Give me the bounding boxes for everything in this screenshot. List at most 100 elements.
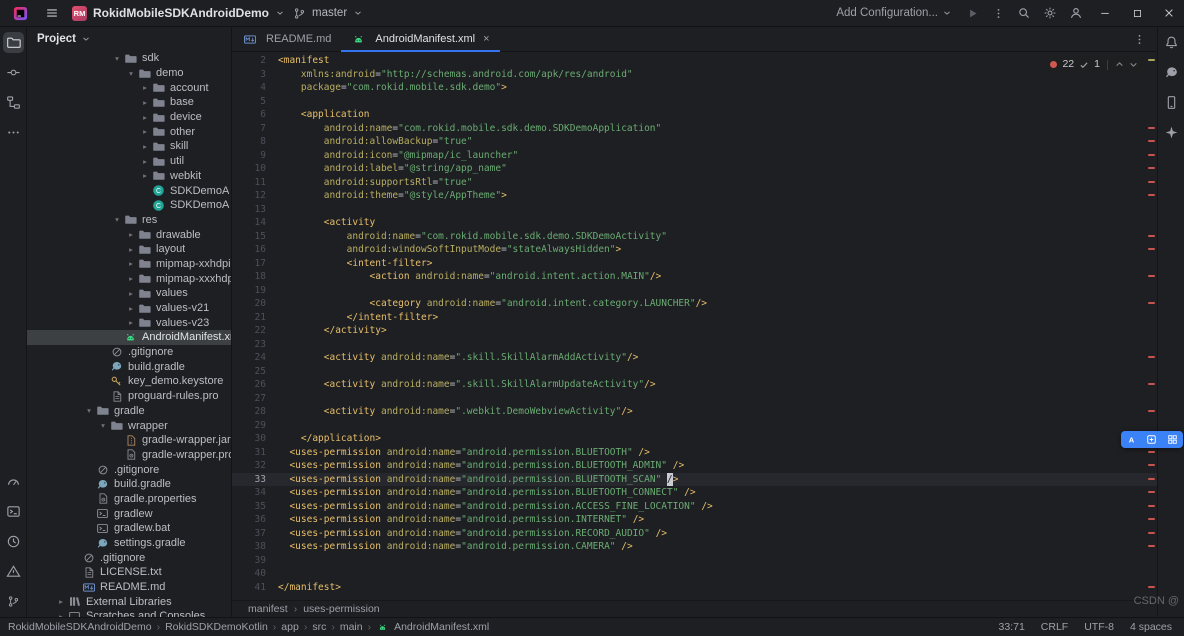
chevron-collapsed-icon[interactable]: ▸ bbox=[139, 142, 151, 151]
code-line-10[interactable]: 10 android:label="@string/app_name" bbox=[232, 162, 1157, 176]
encoding-widget[interactable]: UTF-8 bbox=[1084, 621, 1114, 633]
chevron-collapsed-icon[interactable]: ▸ bbox=[125, 318, 137, 327]
tree-item-mipmap-xxhdpi[interactable]: ▸mipmap-xxhdpi bbox=[27, 257, 231, 272]
chevron-expanded-icon[interactable]: ▾ bbox=[83, 406, 95, 415]
tab-options-icon[interactable] bbox=[1127, 27, 1151, 51]
code-line-34[interactable]: 34 <uses-permission android:name="androi… bbox=[232, 486, 1157, 500]
tree-item-demo[interactable]: ▾demo bbox=[27, 66, 231, 81]
close-button[interactable] bbox=[1154, 0, 1184, 26]
chevron-collapsed-icon[interactable]: ▸ bbox=[139, 157, 151, 166]
tree-item-scratches-and-consoles[interactable]: ▸Scratches and Consoles bbox=[27, 609, 231, 617]
code-line-24[interactable]: 24 <activity android:name=".skill.SkillA… bbox=[232, 351, 1157, 365]
code-line-12[interactable]: 12 android:theme="@style/AppTheme"> bbox=[232, 189, 1157, 203]
code-line-28[interactable]: 28 <activity android:name=".webkit.DemoW… bbox=[232, 405, 1157, 419]
tree-item--gitignore[interactable]: .gitignore bbox=[27, 550, 231, 565]
tree-item-wrapper[interactable]: ▾wrapper bbox=[27, 418, 231, 433]
tree-item-proguard-rules-pro[interactable]: proguard-rules.pro bbox=[27, 389, 231, 404]
git-tool-icon[interactable] bbox=[3, 591, 24, 612]
tree-item-gradle-wrapper-jar[interactable]: gradle-wrapper.jar bbox=[27, 433, 231, 448]
tree-item-account[interactable]: ▸account bbox=[27, 80, 231, 95]
error-stripe-mark[interactable] bbox=[1148, 586, 1155, 588]
chevron-collapsed-icon[interactable]: ▸ bbox=[125, 274, 137, 283]
tree-item-gradle-properties[interactable]: gradle.properties bbox=[27, 492, 231, 507]
tree-item-drawable[interactable]: ▸drawable bbox=[27, 227, 231, 242]
error-stripe-mark[interactable] bbox=[1148, 451, 1155, 453]
chevron-collapsed-icon[interactable]: ▸ bbox=[125, 245, 137, 254]
error-stripe-mark[interactable] bbox=[1148, 410, 1155, 412]
code-line-7[interactable]: 7 android:name="com.rokid.mobile.sdk.dem… bbox=[232, 122, 1157, 136]
terminal-tool-icon[interactable] bbox=[3, 501, 24, 522]
code-line-31[interactable]: 31 <uses-permission android:name="androi… bbox=[232, 446, 1157, 460]
chevron-collapsed-icon[interactable]: ▸ bbox=[139, 83, 151, 92]
tree-item-gradlew-bat[interactable]: gradlew.bat bbox=[27, 521, 231, 536]
search-everywhere-icon[interactable] bbox=[1012, 1, 1036, 25]
path-item[interactable]: app bbox=[281, 621, 299, 633]
chevron-expanded-icon[interactable]: ▾ bbox=[111, 215, 123, 224]
code-line-22[interactable]: 22 </activity> bbox=[232, 324, 1157, 338]
error-stripe-mark[interactable] bbox=[1148, 167, 1155, 169]
grid-icon[interactable] bbox=[1167, 434, 1178, 445]
error-stripe[interactable] bbox=[1145, 52, 1157, 600]
chevron-collapsed-icon[interactable]: ▸ bbox=[125, 230, 137, 239]
dict-icon[interactable] bbox=[1146, 434, 1157, 445]
code-line-30[interactable]: 30 </application> bbox=[232, 432, 1157, 446]
code-line-39[interactable]: 39 bbox=[232, 554, 1157, 568]
code-line-20[interactable]: 20 <category android:name="android.inten… bbox=[232, 297, 1157, 311]
profiler-tool-icon[interactable] bbox=[3, 471, 24, 492]
gradle-tool-icon[interactable] bbox=[1161, 62, 1182, 83]
tree-item--gitignore[interactable]: .gitignore bbox=[27, 462, 231, 477]
error-stripe-mark[interactable] bbox=[1148, 491, 1155, 493]
tab-androidmanifest[interactable]: AndroidManifest.xml × bbox=[341, 27, 499, 51]
project-panel-header[interactable]: Project bbox=[27, 27, 231, 51]
indent-widget[interactable]: 4 spaces bbox=[1130, 621, 1172, 633]
tree-item-sdkdemoa[interactable]: CSDKDemoA bbox=[27, 183, 231, 198]
tree-item-sdkdemoa[interactable]: CSDKDemoA bbox=[27, 198, 231, 213]
path-item[interactable]: src bbox=[312, 621, 326, 633]
code-line-33[interactable]: 33 <uses-permission android:name="androi… bbox=[232, 473, 1157, 487]
tree-item-util[interactable]: ▸util bbox=[27, 154, 231, 169]
error-stripe-mark[interactable] bbox=[1148, 154, 1155, 156]
code-line-2[interactable]: 2<manifest bbox=[232, 54, 1157, 68]
code-line-29[interactable]: 29 bbox=[232, 419, 1157, 433]
code-line-40[interactable]: 40 bbox=[232, 567, 1157, 581]
error-stripe-mark[interactable] bbox=[1148, 532, 1155, 534]
tree-item-gradle-wrapper-properties[interactable]: gradle-wrapper.properties bbox=[27, 448, 231, 463]
status-file-path[interactable]: RokidMobileSDKAndroidDemo›RokidSDKDemoKo… bbox=[8, 621, 489, 634]
code-line-35[interactable]: 35 <uses-permission android:name="androi… bbox=[232, 500, 1157, 514]
tree-item-webkit[interactable]: ▸webkit bbox=[27, 169, 231, 184]
code-line-41[interactable]: 41</manifest> bbox=[232, 581, 1157, 595]
profile-icon[interactable] bbox=[1064, 1, 1088, 25]
previous-problem-icon[interactable] bbox=[1115, 60, 1124, 69]
chevron-expanded-icon[interactable]: ▾ bbox=[111, 54, 123, 63]
tree-item-external-libraries[interactable]: ▸External Libraries bbox=[27, 594, 231, 609]
tree-item-readme-md[interactable]: README.md bbox=[27, 580, 231, 595]
code-line-36[interactable]: 36 <uses-permission android:name="androi… bbox=[232, 513, 1157, 527]
tree-item-mipmap-xxxhdpi[interactable]: ▸mipmap-xxxhdpi bbox=[27, 271, 231, 286]
main-menu-icon[interactable] bbox=[40, 1, 64, 25]
chevron-collapsed-icon[interactable]: ▸ bbox=[139, 171, 151, 180]
settings-gear-icon[interactable] bbox=[1038, 1, 1062, 25]
chevron-expanded-icon[interactable]: ▾ bbox=[125, 69, 137, 78]
tree-item-key-demo-keystore[interactable]: key_demo.keystore bbox=[27, 374, 231, 389]
tree-item-gradlew[interactable]: gradlew bbox=[27, 506, 231, 521]
error-stripe-mark[interactable] bbox=[1148, 518, 1155, 520]
tree-item-res[interactable]: ▾res bbox=[27, 213, 231, 228]
chevron-collapsed-icon[interactable]: ▸ bbox=[125, 304, 137, 313]
chevron-expanded-icon[interactable]: ▾ bbox=[97, 421, 109, 430]
device-manager-icon[interactable] bbox=[1161, 92, 1182, 113]
path-item[interactable]: main bbox=[340, 621, 363, 633]
tree-item-other[interactable]: ▸other bbox=[27, 124, 231, 139]
next-problem-icon[interactable] bbox=[1129, 60, 1138, 69]
tree-item-values-v23[interactable]: ▸values-v23 bbox=[27, 315, 231, 330]
run-button[interactable] bbox=[960, 1, 984, 25]
tree-item-gradle[interactable]: ▾gradle bbox=[27, 404, 231, 419]
code-line-11[interactable]: 11 android:supportsRtl="true" bbox=[232, 176, 1157, 190]
code-line-8[interactable]: 8 android:allowBackup="true" bbox=[232, 135, 1157, 149]
code-line-19[interactable]: 19 bbox=[232, 284, 1157, 298]
tree-item-license-txt[interactable]: LICENSE.txt bbox=[27, 565, 231, 580]
chevron-collapsed-icon[interactable]: ▸ bbox=[139, 113, 151, 122]
error-stripe-mark[interactable] bbox=[1148, 545, 1155, 547]
breadcrumb-item[interactable]: uses-permission bbox=[303, 603, 379, 615]
error-stripe-mark[interactable] bbox=[1148, 275, 1155, 277]
error-stripe-mark[interactable] bbox=[1148, 302, 1155, 304]
